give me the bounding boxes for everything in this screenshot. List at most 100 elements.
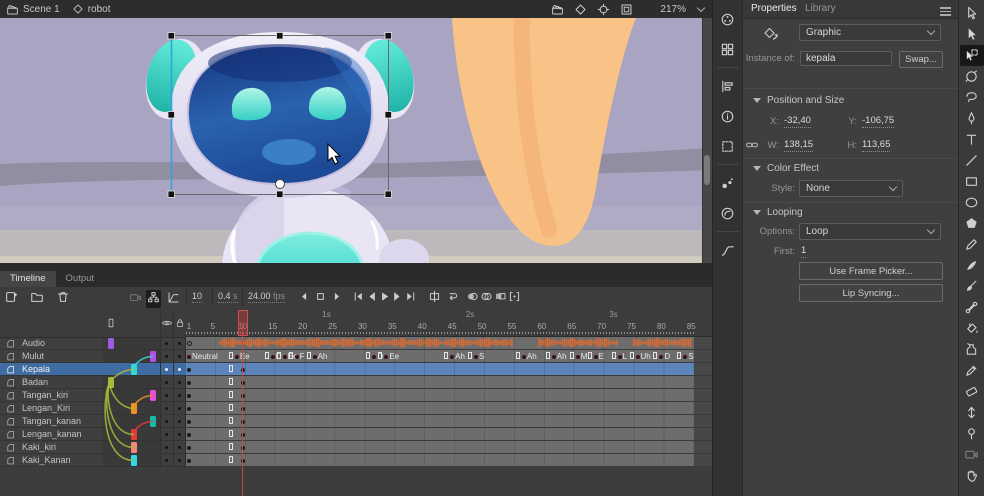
first-frame-value[interactable]: 1 xyxy=(801,245,806,258)
mouth-keyframe-label[interactable]: S xyxy=(688,352,693,361)
timeline-ruler[interactable]: 1s2s3s1510152025303540455055606570758085 xyxy=(186,309,712,337)
layer-row-Lengan_kanan[interactable]: Lengan_kanan xyxy=(0,428,186,441)
ruler-frame-number[interactable]: 1 xyxy=(187,322,191,331)
keyframe-dot[interactable] xyxy=(474,355,478,359)
lip-syncing-button[interactable]: Lip Syncing... xyxy=(799,284,943,302)
symbol-icon[interactable] xyxy=(574,3,587,16)
mouth-keyframe-label[interactable]: E xyxy=(599,352,604,361)
ruler-frame-number[interactable]: 70 xyxy=(597,322,606,331)
layer-visibility-dot[interactable] xyxy=(165,433,168,436)
layer-row-Kaki_kiri[interactable]: Kaki_kiri xyxy=(0,441,186,454)
tl-edit-multiple-frames[interactable] xyxy=(494,290,507,306)
tool-fluid-brush[interactable] xyxy=(960,255,984,276)
layer-parent-tab[interactable] xyxy=(131,455,137,466)
loop-options-dropdown[interactable]: Loop xyxy=(799,223,941,240)
tl-go-to-first[interactable] xyxy=(352,290,365,306)
tl-center-frame[interactable] xyxy=(428,290,441,306)
keyframe-end-marker[interactable] xyxy=(570,352,574,359)
keyframe-end-marker[interactable] xyxy=(229,378,233,385)
y-value[interactable]: -106,75 xyxy=(862,115,894,128)
frames-area[interactable]: 1s2s3s1510152025303540455055606570758085… xyxy=(186,309,712,496)
tl-show-parenting[interactable] xyxy=(146,290,161,308)
current-frame[interactable]: 10 xyxy=(192,291,202,303)
keyframe-end-marker[interactable] xyxy=(378,352,382,359)
tool-classic-brush[interactable] xyxy=(960,276,984,297)
layer-row-Lengan_Kiri[interactable]: Lengan_Kiri xyxy=(0,402,186,415)
tab-properties[interactable]: Properties xyxy=(751,0,797,18)
tl-insert-layer[interactable] xyxy=(4,290,18,307)
stage-canvas[interactable] xyxy=(0,18,712,271)
section-looping[interactable]: Looping xyxy=(753,207,803,218)
layer-parent-tab[interactable] xyxy=(131,364,137,375)
keyframe-end-marker[interactable] xyxy=(366,352,370,359)
tool-rectangle[interactable] xyxy=(960,171,984,192)
tl-play[interactable] xyxy=(378,290,391,306)
stage-scrollbar-thumb[interactable] xyxy=(704,155,710,185)
mouth-keyframe-label[interactable]: D xyxy=(664,352,670,361)
layer-parent-tab[interactable] xyxy=(131,442,137,453)
frame-row-Kepala[interactable] xyxy=(186,363,712,376)
ruler-frame-number[interactable]: 65 xyxy=(567,322,576,331)
mouth-keyframe-label[interactable]: Uh xyxy=(641,352,651,361)
layer-visibility-dot[interactable] xyxy=(165,381,168,384)
frame-row-Tangan_kiri[interactable] xyxy=(186,389,712,402)
layer-parent-tab[interactable] xyxy=(108,377,114,388)
keyframe-end-marker[interactable] xyxy=(229,404,233,411)
panel-menu-icon[interactable] xyxy=(940,5,951,18)
lock-header-icon[interactable] xyxy=(174,317,186,329)
panel-swatches[interactable] xyxy=(714,34,742,64)
keyframe-end-marker[interactable] xyxy=(588,352,592,359)
tl-next-frame[interactable] xyxy=(391,290,404,306)
tool-pen[interactable] xyxy=(960,108,984,129)
layer-row-Tangan_kiri[interactable]: Tangan_kiri xyxy=(0,389,186,402)
layer-visibility-dot[interactable] xyxy=(165,394,168,397)
mouth-keyframe-label[interactable]: Ee xyxy=(389,352,399,361)
tool-asset-warp[interactable] xyxy=(960,423,984,444)
keyframe-dot[interactable] xyxy=(187,459,191,463)
keyframe-dot[interactable] xyxy=(313,355,317,359)
keyframe-dot[interactable] xyxy=(271,355,275,359)
keyframe-dot[interactable] xyxy=(618,355,622,359)
panel-cc-libraries[interactable] xyxy=(714,198,742,228)
tool-ink-bottle[interactable] xyxy=(960,339,984,360)
tool-hand[interactable] xyxy=(960,465,984,486)
ruler-frame-number[interactable]: 20 xyxy=(298,322,307,331)
tl-go-to-last[interactable] xyxy=(404,290,417,306)
keyframe-dot[interactable] xyxy=(187,381,191,385)
layer-parent-tab[interactable] xyxy=(108,338,114,349)
tool-selection[interactable] xyxy=(960,3,984,24)
zoom-level[interactable]: 217% xyxy=(646,4,686,15)
ruler-frame-number[interactable]: 15 xyxy=(268,322,277,331)
center-stage-icon[interactable] xyxy=(597,3,610,16)
panel-brush-library[interactable] xyxy=(714,168,742,198)
keyframe-end-marker[interactable] xyxy=(289,352,293,359)
layer-visibility-dot[interactable] xyxy=(165,420,168,423)
clapper-icon[interactable] xyxy=(6,3,19,16)
x-value[interactable]: -32,40 xyxy=(784,115,811,128)
mouth-keyframe-label[interactable]: Neutral xyxy=(192,352,218,361)
layer-lock-dot[interactable] xyxy=(178,381,181,384)
layer-lock-dot[interactable] xyxy=(178,368,181,371)
layer-visibility-dot[interactable] xyxy=(165,368,168,371)
keyframe-dot[interactable] xyxy=(187,368,191,372)
keyframe-end-marker[interactable] xyxy=(444,352,448,359)
frame-row-Kaki_kiri[interactable] xyxy=(186,441,712,454)
frame-row-Badan[interactable] xyxy=(186,376,712,389)
ruler-second-mark[interactable]: 3s xyxy=(609,310,617,319)
frame-row-Tangan_kanan[interactable] xyxy=(186,415,712,428)
keyframe-end-marker[interactable] xyxy=(677,352,681,359)
keyframe-end-marker[interactable] xyxy=(229,352,233,359)
keyframe-end-marker[interactable] xyxy=(229,430,233,437)
ruler-frame-number[interactable]: 75 xyxy=(627,322,636,331)
ruler-second-mark[interactable]: 1s xyxy=(322,310,330,319)
symbol-type-dropdown[interactable]: Graphic xyxy=(799,24,941,41)
frame-rate[interactable]: 24.00 fps xyxy=(248,291,285,303)
tl-loop-range[interactable] xyxy=(446,290,459,306)
tab-output[interactable]: Output xyxy=(56,271,105,287)
mouth-keyframe-label[interactable]: Ah xyxy=(557,352,567,361)
mouth-keyframe-label[interactable]: S xyxy=(479,352,484,361)
tool-oval[interactable] xyxy=(960,192,984,213)
layer-visibility-dot[interactable] xyxy=(165,459,168,462)
keyframe-end-marker[interactable] xyxy=(612,352,616,359)
tl-camera[interactable] xyxy=(128,290,143,308)
